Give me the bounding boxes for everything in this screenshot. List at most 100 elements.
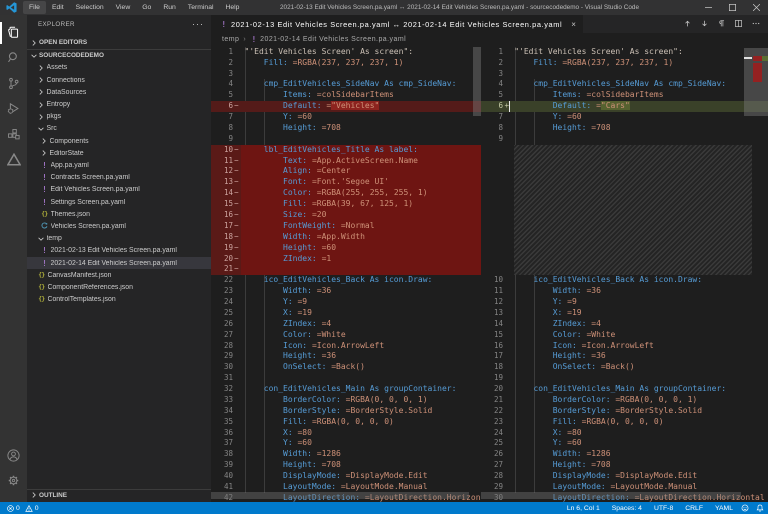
whitespace-icon[interactable]	[713, 19, 730, 30]
tab-close-icon[interactable]: ×	[571, 20, 576, 29]
breadcrumb-file[interactable]: 2021-02-14 Edit Vehicles Screen.pa.yaml	[260, 36, 406, 43]
code-line-L5[interactable]: 5 Items: =colSidebarItems	[211, 90, 481, 101]
code-line-L37[interactable]: 37 Y: =60	[211, 438, 481, 449]
code-line-R14[interactable]: 14 ZIndex: =4	[481, 319, 768, 330]
code-line-L14[interactable]: 14− Color: =RGBA(255, 255, 255, 1)	[211, 188, 481, 199]
right-vertical-scrollbar[interactable]	[744, 47, 768, 502]
code-line-L11[interactable]: 11− Text: =App.ActiveScreen.Name	[211, 156, 481, 167]
code-line-L6[interactable]: 6− Default: ="Vehicles"	[211, 101, 481, 112]
menu-file[interactable]: File	[23, 1, 46, 14]
code-line-L27[interactable]: 27 Color: =White	[211, 330, 481, 341]
section-open-editors[interactable]: OPEN EDITORS	[27, 37, 211, 49]
diff-original-pane[interactable]: 1"'Edit Vehicles Screen' As screen":2 Fi…	[211, 47, 481, 502]
code-line-R3[interactable]: 3	[481, 69, 768, 80]
code-line-L3[interactable]: 3	[211, 69, 481, 80]
code-line-R18[interactable]: 18 OnSelect: =Back()	[481, 362, 768, 373]
tree-file-app-pa-yaml[interactable]: !App.pa.yaml	[27, 159, 211, 171]
search-icon[interactable]	[0, 46, 27, 70]
code-line-R5[interactable]: 5 Items: =colSidebarItems	[481, 90, 768, 101]
code-line-L7[interactable]: 7 Y: =60	[211, 112, 481, 123]
code-line-L12[interactable]: 12− Align: =Center	[211, 166, 481, 177]
code-line-L38[interactable]: 38 Width: =1286	[211, 449, 481, 460]
tree-file-contracts-screen-pa-yaml[interactable]: !Contracts Screen.pa.yaml	[27, 172, 211, 184]
tree-file-2021-02-13-edit-vehicles-screen-pa-yaml[interactable]: !2021-02-13 Edit Vehicles Screen.pa.yaml	[27, 245, 211, 257]
code-line-R17[interactable]: 17 Height: =36	[481, 351, 768, 362]
tree-file-vehicles-screen-pa-yaml[interactable]: Vehicles Screen.pa.yaml	[27, 220, 211, 232]
menu-go[interactable]: Go	[136, 1, 157, 14]
code-line-L20[interactable]: 20− ZIndex: =1	[211, 254, 481, 265]
tree-folder-src[interactable]: Src	[27, 123, 211, 135]
code-line-R10[interactable]: 10 ico_EditVehicles_Back As icon.Draw:	[481, 275, 768, 286]
sidebar-more-actions-icon[interactable]: ···	[192, 19, 204, 29]
code-line-L30[interactable]: 30 OnSelect: =Back()	[211, 362, 481, 373]
menu-edit[interactable]: Edit	[46, 1, 70, 14]
section-workspace[interactable]: SOURCECODEDEMO	[27, 49, 211, 61]
code-line-R15[interactable]: 15 Color: =White	[481, 330, 768, 341]
tree-file-themes-json[interactable]: {}Themes.json	[27, 208, 211, 220]
right-horizontal-scrollbar[interactable]	[481, 492, 741, 499]
code-line-R13[interactable]: 13 X: =19	[481, 308, 768, 319]
tree-folder-temp[interactable]: temp	[27, 233, 211, 245]
tree-folder-assets[interactable]: Assets	[27, 62, 211, 74]
tree-folder-editorstate[interactable]: EditorState	[27, 147, 211, 159]
code-line-L16[interactable]: 16− Size: =20	[211, 210, 481, 221]
tree-folder-pkgs[interactable]: pkgs	[27, 111, 211, 123]
code-line-L10[interactable]: 10− lbl_EditVehicles_Title As label:	[211, 145, 481, 156]
tab-diff-editor[interactable]: ! 2021-02-13 Edit Vehicles Screen.pa.yam…	[211, 15, 583, 33]
tree-folder-connections[interactable]: Connections	[27, 74, 211, 86]
tree-file-controltemplates-json[interactable]: {}ControlTemplates.json	[27, 294, 211, 306]
diff-modified-pane[interactable]: 1"'Edit Vehicles Screen' As screen":2 Fi…	[481, 47, 768, 502]
code-line-L22[interactable]: 22 ico_EditVehicles_Back As icon.Draw:	[211, 275, 481, 286]
explorer-icon[interactable]	[0, 21, 27, 45]
run-debug-icon[interactable]	[0, 97, 27, 121]
breadcrumb-folder[interactable]: temp	[222, 36, 239, 43]
code-line-R21[interactable]: 21 BorderColor: =RGBA(0, 0, 0, 1)	[481, 395, 768, 406]
more-actions-icon[interactable]	[747, 19, 764, 30]
tree-file-edit-vehicles-screen-pa-yaml[interactable]: !Edit Vehicles Screen.pa.yaml	[27, 184, 211, 196]
code-line-R26[interactable]: 26 Width: =1286	[481, 449, 768, 460]
settings-gear-icon[interactable]	[0, 469, 27, 493]
code-line-L35[interactable]: 35 Fill: =RGBA(0, 0, 0, 0)	[211, 417, 481, 428]
tree-folder-entropy[interactable]: Entropy	[27, 98, 211, 110]
code-line-R24[interactable]: 24 X: =80	[481, 428, 768, 439]
code-line-L36[interactable]: 36 X: =80	[211, 428, 481, 439]
code-line-R9[interactable]: 9	[481, 134, 768, 145]
code-line-L33[interactable]: 33 BorderColor: =RGBA(0, 0, 0, 1)	[211, 395, 481, 406]
code-line-R20[interactable]: 20 con_EditVehicles_Main As groupContain…	[481, 384, 768, 395]
code-line-L19[interactable]: 19− Height: =60	[211, 243, 481, 254]
code-line-L31[interactable]: 31	[211, 373, 481, 384]
code-line-L28[interactable]: 28 Icon: =Icon.ArrowLeft	[211, 341, 481, 352]
menu-run[interactable]: Run	[157, 1, 181, 14]
encoding[interactable]: UTF-8	[654, 505, 673, 512]
code-line-R11[interactable]: 11 Width: =36	[481, 286, 768, 297]
code-line-L4[interactable]: 4 cmp_EditVehicles_SideNav As cmp_SideNa…	[211, 79, 481, 90]
section-outline[interactable]: OUTLINE	[27, 489, 211, 501]
code-line-R2[interactable]: 2 Fill: =RGBA(237, 237, 237, 1)	[481, 58, 768, 69]
code-line-L34[interactable]: 34 BorderStyle: =BorderStyle.Solid	[211, 406, 481, 417]
code-line-L9[interactable]: 9	[211, 134, 481, 145]
account-icon[interactable]	[0, 444, 27, 468]
previous-change-icon[interactable]	[679, 19, 696, 30]
code-line-L13[interactable]: 13− Font: =Font.'Segoe UI'	[211, 177, 481, 188]
tree-file-componentreferences-json[interactable]: {}ComponentReferences.json	[27, 281, 211, 293]
code-line-L8[interactable]: 8 Height: =708	[211, 123, 481, 134]
menu-terminal[interactable]: Terminal	[182, 1, 220, 14]
code-line-L29[interactable]: 29 Height: =36	[211, 351, 481, 362]
code-line-L24[interactable]: 24 Y: =9	[211, 297, 481, 308]
code-line-R23[interactable]: 23 Fill: =RGBA(0, 0, 0, 0)	[481, 417, 768, 428]
menu-view[interactable]: View	[110, 1, 137, 14]
tree-file-2021-02-14-edit-vehicles-screen-pa-yaml[interactable]: !2021-02-14 Edit Vehicles Screen.pa.yaml	[27, 257, 211, 269]
indentation[interactable]: Spaces: 4	[612, 505, 642, 512]
code-line-R12[interactable]: 12 Y: =9	[481, 297, 768, 308]
code-line-L17[interactable]: 17− FontWeight: =Normal	[211, 221, 481, 232]
breadcrumb[interactable]: temp › ! 2021-02-14 Edit Vehicles Screen…	[211, 33, 768, 47]
scrollbar-thumb[interactable]	[473, 47, 481, 116]
cursor-position[interactable]: Ln 6, Col 1	[567, 505, 600, 512]
problems-status[interactable]: 0 0	[0, 505, 39, 512]
code-line-R16[interactable]: 16 Icon: =Icon.ArrowLeft	[481, 341, 768, 352]
left-vertical-scrollbar[interactable]	[473, 47, 481, 502]
tree-file-settings-screen-pa-yaml[interactable]: !Settings Screen.pa.yaml	[27, 196, 211, 208]
tree-folder-components[interactable]: Components	[27, 135, 211, 147]
code-line-R8[interactable]: 8 Height: =708	[481, 123, 768, 134]
code-line-R4[interactable]: 4 cmp_EditVehicles_SideNav As cmp_SideNa…	[481, 79, 768, 90]
